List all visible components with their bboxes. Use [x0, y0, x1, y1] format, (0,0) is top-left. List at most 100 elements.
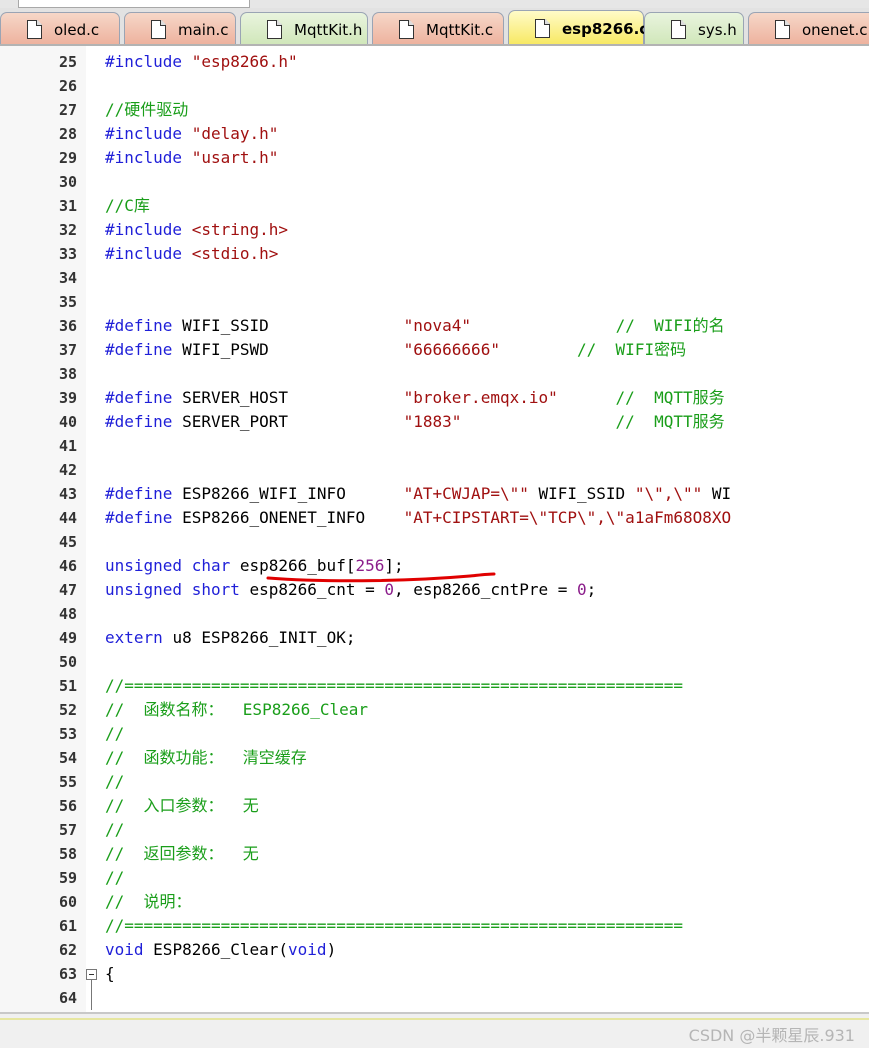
code-line[interactable]: 37 #define WIFI_PSWD "66666666" // WIFI密码 [0, 338, 869, 362]
tab-mqttkit-h[interactable]: MqttKit.h [240, 12, 368, 44]
line-number: 51 [58, 677, 77, 695]
code-text: // 入口参数： 无 [105, 794, 259, 818]
code-line[interactable]: 33 #include <stdio.h> [0, 242, 869, 266]
code-token: ; [586, 580, 597, 599]
window-top-strip [0, 0, 869, 8]
line-number: 36 [58, 317, 77, 335]
code-line[interactable]: 27 //硬件驱动 [0, 98, 869, 122]
code-line[interactable]: 51 //====================================… [0, 674, 869, 698]
code-line[interactable]: 57 // [0, 818, 869, 842]
code-line[interactable]: 60 // 说明： [0, 890, 869, 914]
fold-collapse-icon[interactable] [86, 969, 97, 980]
code-line[interactable]: 39 #define SERVER_HOST "broker.emqx.io" /… [0, 386, 869, 410]
line-number: 31 [58, 197, 77, 215]
code-line[interactable]: 38 [0, 362, 869, 386]
tab-oled-c[interactable]: oled.c [0, 12, 120, 44]
code-token: , esp8266_cntPre = [394, 580, 578, 599]
code-text: // [105, 866, 124, 890]
code-line[interactable]: 31 //C库 [0, 194, 869, 218]
line-number: 29 [58, 149, 77, 167]
code-editor[interactable]: 25 #include "esp8266.h" 26 27 //硬件驱动 28 #inclu… [0, 46, 869, 1012]
line-number: 44 [58, 509, 77, 527]
code-line[interactable]: 35 [0, 290, 869, 314]
code-line[interactable]: 48 [0, 602, 869, 626]
fold-guide-line [91, 980, 92, 1010]
code-line[interactable]: 43 #define ESP8266_WIFI_INFO "AT+CWJAP=\"… [0, 482, 869, 506]
code-text: //C库 [105, 194, 150, 218]
tab-main-c[interactable]: main.c [124, 12, 236, 44]
code-line[interactable]: 25 #include "esp8266.h" [0, 50, 869, 74]
line-number: 64 [58, 989, 77, 1007]
code-token: { [105, 964, 115, 983]
code-token: #include [105, 52, 192, 71]
horizontal-scrollbar[interactable] [0, 1018, 869, 1020]
code-token: // 说明： [105, 892, 192, 911]
code-token: //C库 [105, 196, 150, 215]
code-line[interactable]: 30 [0, 170, 869, 194]
code-line[interactable]: 63 { [0, 962, 869, 986]
code-text: // 函数功能： 清空缓存 [105, 746, 307, 770]
code-text: #define SERVER_PORT "1883" // MQTT服务 [105, 410, 725, 434]
code-line[interactable]: 61 //====================================… [0, 914, 869, 938]
tab-label: esp8266.c [562, 19, 649, 38]
code-text: //======================================… [105, 914, 683, 938]
code-text: #define WIFI_SSID "nova4" // WIFI的名 [105, 314, 725, 338]
code-line[interactable]: 59 // [0, 866, 869, 890]
code-line[interactable]: 46 unsigned char esp8266_buf[256]; [0, 554, 869, 578]
code-token: // [105, 820, 125, 839]
code-line[interactable]: 44 #define ESP8266_ONENET_INFO "AT+CIPSTA… [0, 506, 869, 530]
code-line[interactable]: 45 [0, 530, 869, 554]
line-number: 49 [58, 629, 77, 647]
code-line[interactable]: 55 // [0, 770, 869, 794]
code-token: "1883" [403, 412, 462, 431]
code-line[interactable]: 64 [0, 986, 869, 1010]
code-line[interactable]: 62 void ESP8266_Clear(void) [0, 938, 869, 962]
code-text: #include <stdio.h> [105, 242, 278, 266]
tab-onenet-c[interactable]: onenet.c [748, 12, 869, 44]
code-line[interactable]: 26 [0, 74, 869, 98]
code-line[interactable]: 56 // 入口参数： 无 [0, 794, 869, 818]
code-line[interactable]: 47 unsigned short esp8266_cnt = 0, esp826… [0, 578, 869, 602]
code-text: // 函数名称： ESP8266_Clear [105, 698, 368, 722]
line-number: 39 [58, 389, 77, 407]
code-line[interactable]: 50 [0, 650, 869, 674]
file-icon [399, 20, 414, 39]
code-token: #define [105, 316, 183, 335]
file-icon [775, 20, 790, 39]
line-number: 42 [58, 461, 77, 479]
code-line[interactable]: 53 // [0, 722, 869, 746]
status-area: CSDN @半颗星辰.931 [0, 1012, 869, 1048]
code-token: #define [105, 340, 183, 359]
code-line[interactable]: 54 // 函数功能： 清空缓存 [0, 746, 869, 770]
code-token: ) [326, 940, 337, 959]
code-line[interactable]: 58 // 返回参数： 无 [0, 842, 869, 866]
code-token: void [288, 940, 327, 959]
code-line[interactable]: 49 extern u8 ESP8266_INIT_OK; [0, 626, 869, 650]
code-token: void [105, 940, 154, 959]
code-token: "AT+CWJAP=\"" [403, 484, 529, 503]
tab-esp8266-c[interactable]: esp8266.c [508, 10, 648, 44]
line-number: 63 [58, 965, 77, 983]
code-token: ESP8266_Clear( [153, 940, 289, 959]
code-line[interactable]: 52 // 函数名称： ESP8266_Clear [0, 698, 869, 722]
code-token: ESP8266_ONENET_INFO [182, 508, 404, 527]
code-token: WIFI_SSID [182, 316, 404, 335]
tab-mqttkit-c[interactable]: MqttKit.c [372, 12, 504, 44]
code-line[interactable]: 36 #define WIFI_SSID "nova4" // WIFI的名 [0, 314, 869, 338]
code-text: #define ESP8266_WIFI_INFO "AT+CWJAP=\"" … [105, 482, 731, 506]
line-number: 54 [58, 749, 77, 767]
code-line[interactable]: 42 [0, 458, 869, 482]
code-line[interactable]: 40 #define SERVER_PORT "1883" // MQTT服务 [0, 410, 869, 434]
code-line[interactable]: 28 #include "delay.h" [0, 122, 869, 146]
code-line[interactable]: 29 #include "usart.h" [0, 146, 869, 170]
file-icon [267, 20, 282, 39]
code-token: // WIFI密码 [577, 340, 687, 359]
line-number: 50 [58, 653, 77, 671]
tab-sys-h[interactable]: sys.h [644, 12, 744, 44]
code-line[interactable]: 32 #include <string.h> [0, 218, 869, 242]
code-line[interactable]: 34 [0, 266, 869, 290]
code-line[interactable]: 41 [0, 434, 869, 458]
line-number: 47 [58, 581, 77, 599]
